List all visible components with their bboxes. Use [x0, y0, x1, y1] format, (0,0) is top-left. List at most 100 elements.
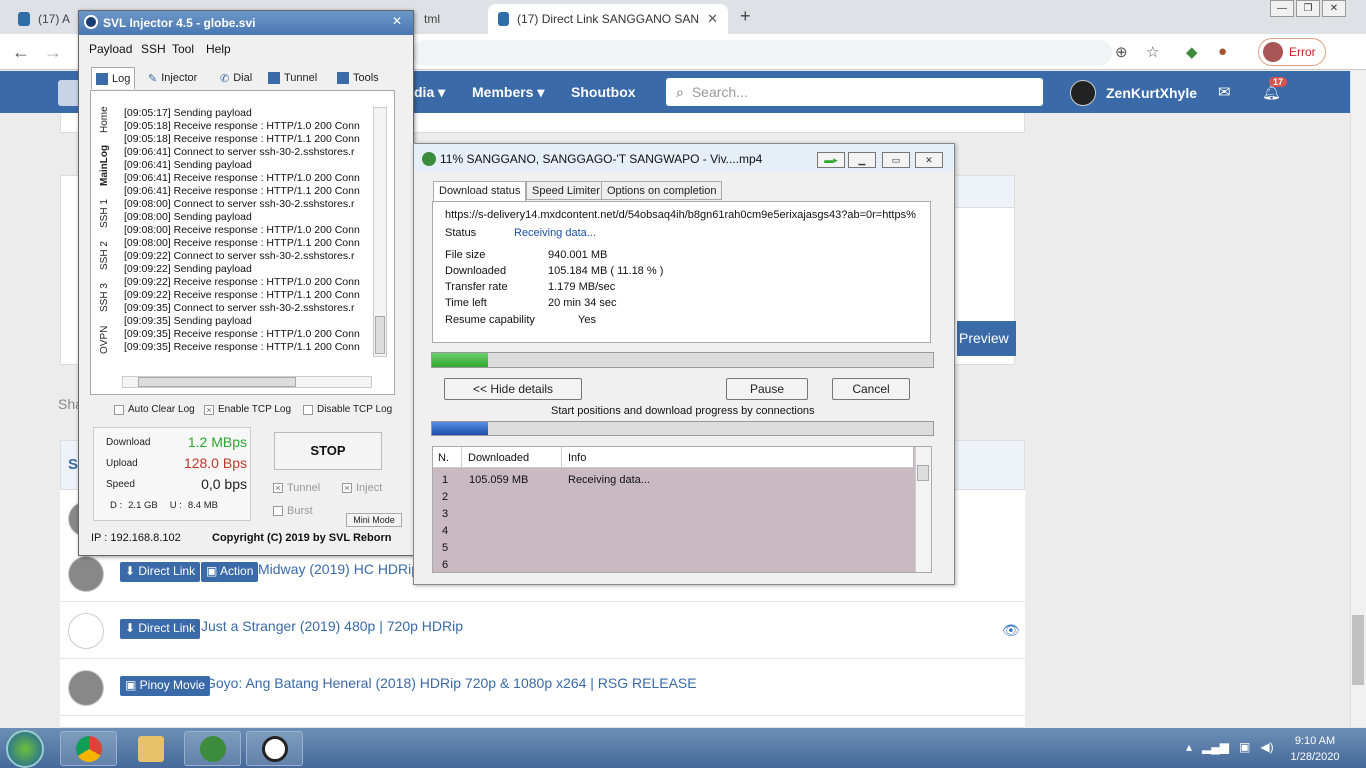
- tunnel-checkbox[interactable]: × Tunnel: [273, 482, 320, 494]
- minimize-button[interactable]: —: [1270, 0, 1294, 17]
- tag-pinoy-movie[interactable]: ▣ Pinoy Movie: [120, 676, 211, 696]
- browser-tab-active[interactable]: (17) Direct Link SANGGANO SAN ✕: [488, 4, 728, 34]
- close-icon[interactable]: ✕: [392, 14, 402, 28]
- zoom-icon[interactable]: ⊕: [1115, 43, 1128, 61]
- tag-direct-link[interactable]: ⬇ Direct Link: [120, 562, 201, 582]
- resume-capability-value: Yes: [578, 314, 596, 326]
- table-cell: 105.059 MB: [469, 474, 529, 486]
- side-tab-ssh2[interactable]: SSH 2: [99, 241, 110, 270]
- disable-tcp-log-checkbox[interactable]: Disable TCP Log: [303, 404, 392, 415]
- thread-title[interactable]: Midway (2019) HC HDRip: [258, 561, 419, 577]
- connections-progress-fill: [432, 422, 488, 435]
- close-icon[interactable]: ✕: [707, 11, 718, 27]
- arrow-right-icon[interactable]: ▬▸: [817, 152, 845, 168]
- tab-label: tml: [424, 12, 440, 26]
- forward-arrow-icon[interactable]: →: [44, 42, 62, 63]
- tab-speed-limiter[interactable]: Speed Limiter: [526, 181, 606, 200]
- taskbar-idm[interactable]: [184, 731, 241, 766]
- svl-app-icon: [84, 15, 98, 29]
- browser-tab-1[interactable]: (17) A: [8, 4, 80, 34]
- side-tab-mainlog[interactable]: MainLog: [99, 145, 110, 186]
- close-window-button[interactable]: ✕: [1322, 0, 1346, 17]
- taskbar-svl[interactable]: [246, 731, 303, 766]
- network-icon[interactable]: ▣: [1239, 740, 1250, 754]
- thread-title[interactable]: Just a Stranger (2019) 480p | 720p HDRip: [201, 618, 463, 634]
- tab-download-status[interactable]: Download status: [433, 181, 527, 201]
- hide-details-button[interactable]: << Hide details: [444, 378, 582, 400]
- side-tab-ovpn[interactable]: OVPN: [99, 326, 110, 354]
- scrollbar-thumb[interactable]: [138, 377, 296, 387]
- nav-media[interactable]: dia ▾: [414, 84, 445, 101]
- volume-icon[interactable]: ◀): [1260, 740, 1273, 754]
- menu-tool[interactable]: Tool: [172, 42, 194, 56]
- new-tab-button[interactable]: +: [740, 6, 751, 27]
- tab-tunnel[interactable]: Tunnel: [264, 67, 321, 89]
- column-n[interactable]: N.: [438, 452, 449, 464]
- preview-button[interactable]: Preview: [957, 321, 1016, 356]
- maximize-button[interactable]: ▭: [882, 152, 910, 168]
- tab-log[interactable]: Log: [91, 67, 136, 89]
- cancel-button[interactable]: Cancel: [832, 378, 910, 400]
- tab-options-on-completion[interactable]: Options on completion: [601, 181, 723, 200]
- burst-checkbox[interactable]: Burst: [273, 505, 313, 517]
- tab-dial[interactable]: ✆ Dial: [216, 67, 256, 89]
- taskbar-chrome[interactable]: [60, 731, 117, 766]
- log-line: [09:09:35] Receive response : HTTP/1.0 2…: [124, 328, 360, 340]
- list-item[interactable]: ⬇ Direct Link Just a Stranger (2019) 480…: [60, 602, 1025, 659]
- list-item[interactable]: ▣ Pinoy Movie Goyo: Ang Batang Heneral (…: [60, 659, 1025, 716]
- tab-injector[interactable]: ✎ Injector: [144, 67, 201, 89]
- close-icon[interactable]: ✕: [915, 152, 943, 168]
- menu-help[interactable]: Help: [206, 42, 231, 56]
- tag-action[interactable]: ▣ Action: [201, 562, 259, 582]
- thread-title[interactable]: Goyo: Ang Batang Heneral (2018) HDRip 72…: [205, 675, 697, 691]
- tab-tools[interactable]: Tools: [333, 67, 383, 89]
- stop-button[interactable]: STOP: [274, 432, 382, 470]
- menu-payload[interactable]: Payload: [89, 42, 132, 56]
- column-info[interactable]: Info: [568, 452, 586, 464]
- eye-icon[interactable]: 👁︎: [1002, 622, 1020, 639]
- extension-idm-icon[interactable]: ◆: [1186, 43, 1198, 61]
- mini-mode-button[interactable]: Mini Mode: [346, 513, 402, 527]
- pause-button[interactable]: Pause: [726, 378, 808, 400]
- back-arrow-icon[interactable]: ←: [12, 42, 30, 63]
- url-bar[interactable]: [412, 40, 1112, 66]
- signal-icon[interactable]: ▂▄▆: [1202, 740, 1229, 754]
- minimize-button[interactable]: ▁: [848, 152, 876, 168]
- log-line: [09:09:35] Sending payload: [124, 315, 252, 327]
- copyright-text: Copyright (C) 2019 by SVL Reborn: [212, 532, 392, 544]
- log-line: [09:08:00] Receive response : HTTP/1.0 2…: [124, 224, 360, 236]
- auto-clear-log-checkbox[interactable]: Auto Clear Log: [114, 404, 195, 415]
- chevron-up-icon[interactable]: ▴: [1186, 740, 1192, 754]
- svl-title-bar[interactable]: SVL Injector 4.5 - globe.svi: [79, 11, 413, 35]
- maximize-button[interactable]: ❐: [1296, 0, 1320, 17]
- taskbar-explorer[interactable]: [122, 731, 179, 766]
- speed-label: Speed: [106, 479, 135, 490]
- side-tab-ssh1[interactable]: SSH 1: [99, 199, 110, 228]
- search-input[interactable]: ⌕ Search...: [666, 78, 1043, 106]
- nav-shoutbox[interactable]: Shoutbox: [571, 84, 636, 100]
- window-controls: — ❐ ✕: [1270, 0, 1350, 18]
- shield-icon: [18, 12, 30, 26]
- log-line: [09:06:41] Receive response : HTTP/1.0 2…: [124, 172, 360, 184]
- enable-tcp-log-checkbox[interactable]: × Enable TCP Log: [204, 404, 291, 415]
- column-downloaded[interactable]: Downloaded: [468, 452, 529, 464]
- nav-members[interactable]: Members ▾: [472, 84, 544, 101]
- windows-start-button[interactable]: [6, 730, 44, 768]
- star-icon[interactable]: ☆: [1146, 43, 1159, 61]
- profile-error-button[interactable]: Error: [1258, 38, 1326, 66]
- cookie-icon[interactable]: ●: [1218, 43, 1227, 60]
- taskbar-clock[interactable]: 9:10 AM 1/28/2020: [1283, 733, 1347, 765]
- side-tab-ssh3[interactable]: SSH 3: [99, 283, 110, 312]
- log-line: [09:06:41] Sending payload: [124, 159, 252, 171]
- browser-tab-2[interactable]: tml: [414, 4, 486, 34]
- inject-checkbox[interactable]: × Inject: [342, 482, 382, 494]
- mail-icon[interactable]: ✉: [1218, 83, 1231, 101]
- tag-direct-link[interactable]: ⬇ Direct Link: [120, 619, 201, 639]
- site-logo-icon: [58, 80, 80, 106]
- menu-ssh[interactable]: SSH: [141, 42, 166, 56]
- scrollbar-thumb[interactable]: [1352, 615, 1364, 685]
- user-menu[interactable]: ZenKurtXhyle: [1070, 80, 1197, 106]
- scrollbar-thumb[interactable]: [375, 316, 385, 354]
- scrollbar-thumb[interactable]: [917, 465, 929, 481]
- side-tab-home[interactable]: Home: [99, 106, 110, 133]
